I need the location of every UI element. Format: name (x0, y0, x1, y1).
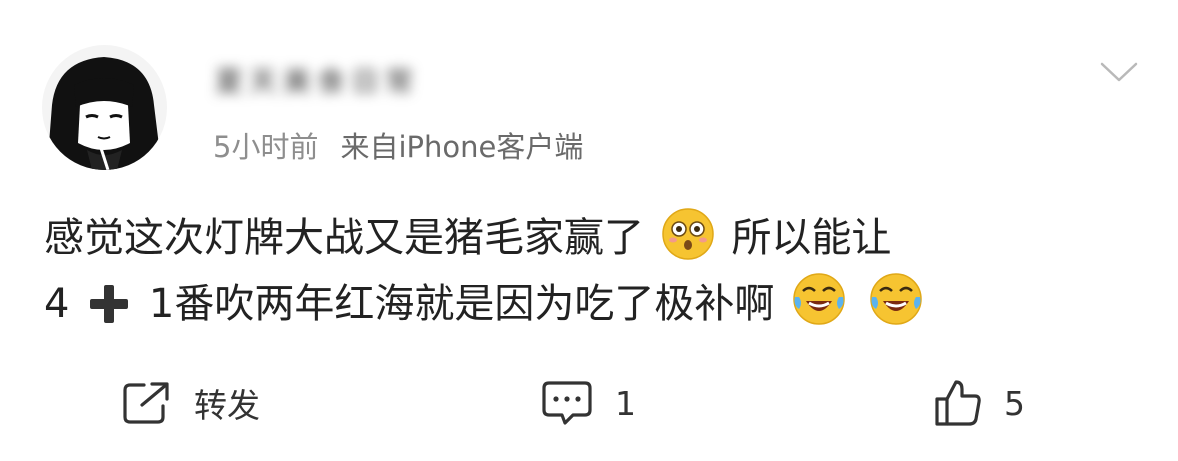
laughing-crying-emoji (793, 273, 845, 325)
post-content: 感觉这次灯牌大战又是猪毛家赢了 所以能让 4 1番吹两年红海就是因为吃了极补啊 (44, 206, 1144, 336)
content-line-2: 4 1番吹两年红海就是因为吃了极补啊 (44, 271, 1144, 336)
user-avatar[interactable] (42, 45, 167, 170)
chevron-down-icon[interactable] (1099, 58, 1139, 86)
like-count: 5 (1004, 383, 1025, 423)
content-text-3: 4 (44, 281, 70, 327)
content-text-2: 所以能让 (731, 215, 892, 261)
share-icon (123, 382, 169, 424)
comment-icon (542, 381, 592, 425)
flushed-face-emoji (661, 208, 714, 260)
plus-emoji (90, 285, 129, 323)
comment-count: 1 (615, 383, 636, 423)
post-source: 来自iPhone客户端 (340, 130, 584, 164)
content-line-1: 感觉这次灯牌大战又是猪毛家赢了 所以能让 (44, 206, 1144, 271)
post-time: 5小时前 (213, 130, 319, 164)
repost-label: 转发 (194, 386, 260, 425)
content-text-4: 1番吹两年红海就是因为吃了极补啊 (148, 281, 775, 327)
username[interactable]: 夏天美食日常 (215, 60, 485, 100)
laughing-crying-emoji (870, 273, 922, 325)
like-button[interactable]: 5 (934, 378, 1025, 428)
post-meta: 5小时前 来自iPhone客户端 (213, 124, 583, 166)
thumbs-up-icon (935, 380, 981, 426)
repost-button[interactable]: 转发 (122, 378, 260, 428)
content-text-1: 感觉这次灯牌大战又是猪毛家赢了 (44, 215, 644, 261)
comment-button[interactable]: 1 (541, 378, 636, 428)
